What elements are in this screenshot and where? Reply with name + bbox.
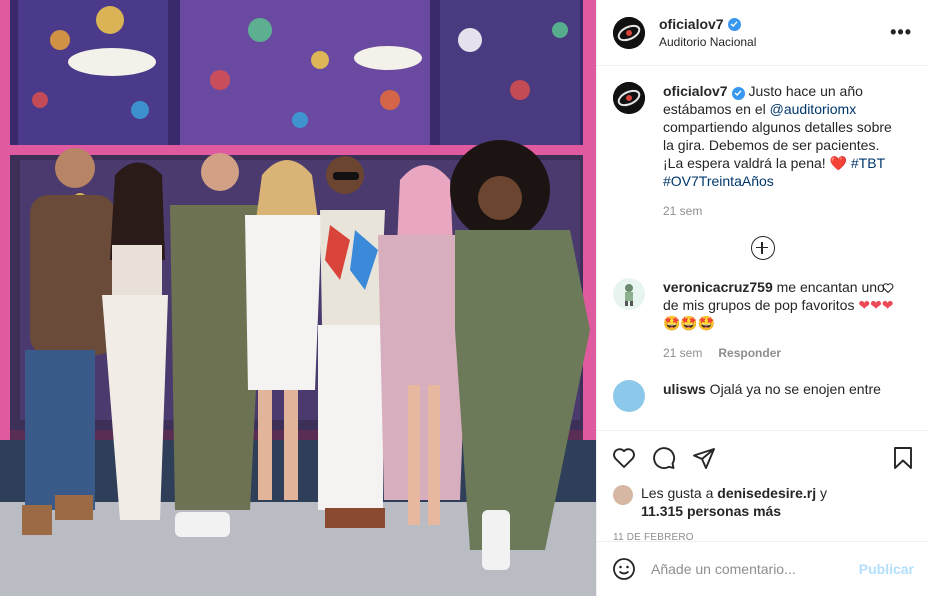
caption-text: oficialov7 Justo hace un año estábamos e… bbox=[663, 82, 903, 220]
hashtag-tbt[interactable]: #TBT bbox=[851, 155, 885, 171]
commenter-username[interactable]: veronicacruz759 bbox=[663, 279, 773, 295]
comment-text: veronicacruz759 me encantan uno de mis g… bbox=[663, 278, 903, 362]
share-icon[interactable] bbox=[691, 445, 717, 471]
verified-icon bbox=[731, 86, 745, 100]
load-more-icon[interactable] bbox=[750, 236, 775, 260]
add-comment-bar: Publicar bbox=[597, 541, 928, 596]
load-more bbox=[613, 236, 912, 260]
comment-text: ulisws Ojalá ya no se enojen entre bbox=[663, 380, 903, 398]
likes-summary: Les gusta a denisedesire.rj y 11.315 per… bbox=[597, 484, 928, 520]
commenter-avatar[interactable] bbox=[613, 278, 645, 310]
group-photo-illustration bbox=[0, 0, 596, 596]
likes-prefix: Les gusta a bbox=[641, 485, 718, 501]
comment-input[interactable] bbox=[651, 561, 859, 577]
comment-icon[interactable] bbox=[651, 445, 677, 471]
comment-timestamp[interactable]: 21 sem bbox=[663, 344, 702, 362]
post-side-panel: oficialov7 Auditorio Nacional ••• oficia… bbox=[596, 0, 928, 596]
comment-body: Ojalá ya no se enojen entre bbox=[705, 381, 881, 397]
verified-icon bbox=[727, 17, 741, 31]
ov7-logo-icon bbox=[613, 82, 645, 114]
caption-timestamp[interactable]: 21 sem bbox=[663, 202, 702, 220]
caption-username[interactable]: oficialov7 bbox=[663, 83, 728, 99]
author-avatar[interactable] bbox=[613, 16, 645, 49]
publish-button[interactable]: Publicar bbox=[859, 561, 914, 577]
bookmark-icon[interactable] bbox=[890, 445, 916, 471]
post-header: oficialov7 Auditorio Nacional ••• bbox=[597, 0, 928, 66]
likes-middle: y bbox=[816, 485, 827, 501]
post-location[interactable]: Auditorio Nacional bbox=[659, 35, 890, 49]
heart-icon[interactable] bbox=[611, 445, 637, 471]
caption-mention[interactable]: @auditoriomx bbox=[770, 101, 857, 117]
emoji-icon[interactable] bbox=[611, 556, 637, 582]
comment-row: veronicacruz759 me encantan uno de mis g… bbox=[613, 278, 912, 362]
instagram-post: oficialov7 Auditorio Nacional ••• oficia… bbox=[0, 0, 928, 596]
ov7-logo-icon bbox=[613, 16, 645, 49]
caption-heart-emoji: ❤️ bbox=[829, 155, 847, 171]
liker-username[interactable]: denisedesire.rj bbox=[717, 485, 816, 501]
comments-list: oficialov7 Justo hace un año estábamos e… bbox=[597, 66, 928, 430]
commenter-username[interactable]: ulisws bbox=[663, 381, 706, 397]
author-username[interactable]: oficialov7 bbox=[659, 16, 724, 32]
caption-author-avatar[interactable] bbox=[613, 82, 645, 114]
caption-row: oficialov7 Justo hace un año estábamos e… bbox=[613, 82, 912, 220]
hashtag-ov7[interactable]: #OV7TreintaAños bbox=[663, 173, 774, 189]
more-options-icon[interactable]: ••• bbox=[890, 22, 912, 43]
liker-avatar[interactable] bbox=[613, 485, 633, 505]
likes-count[interactable]: 11.315 personas más bbox=[641, 503, 781, 519]
person-icon bbox=[625, 284, 633, 306]
comment-heart-icon[interactable] bbox=[882, 282, 894, 294]
post-actions bbox=[597, 430, 928, 484]
reply-button[interactable]: Responder bbox=[718, 344, 781, 362]
comment-row: ulisws Ojalá ya no se enojen entre bbox=[613, 380, 912, 412]
commenter-avatar[interactable] bbox=[613, 380, 645, 412]
post-photo[interactable] bbox=[0, 0, 596, 596]
